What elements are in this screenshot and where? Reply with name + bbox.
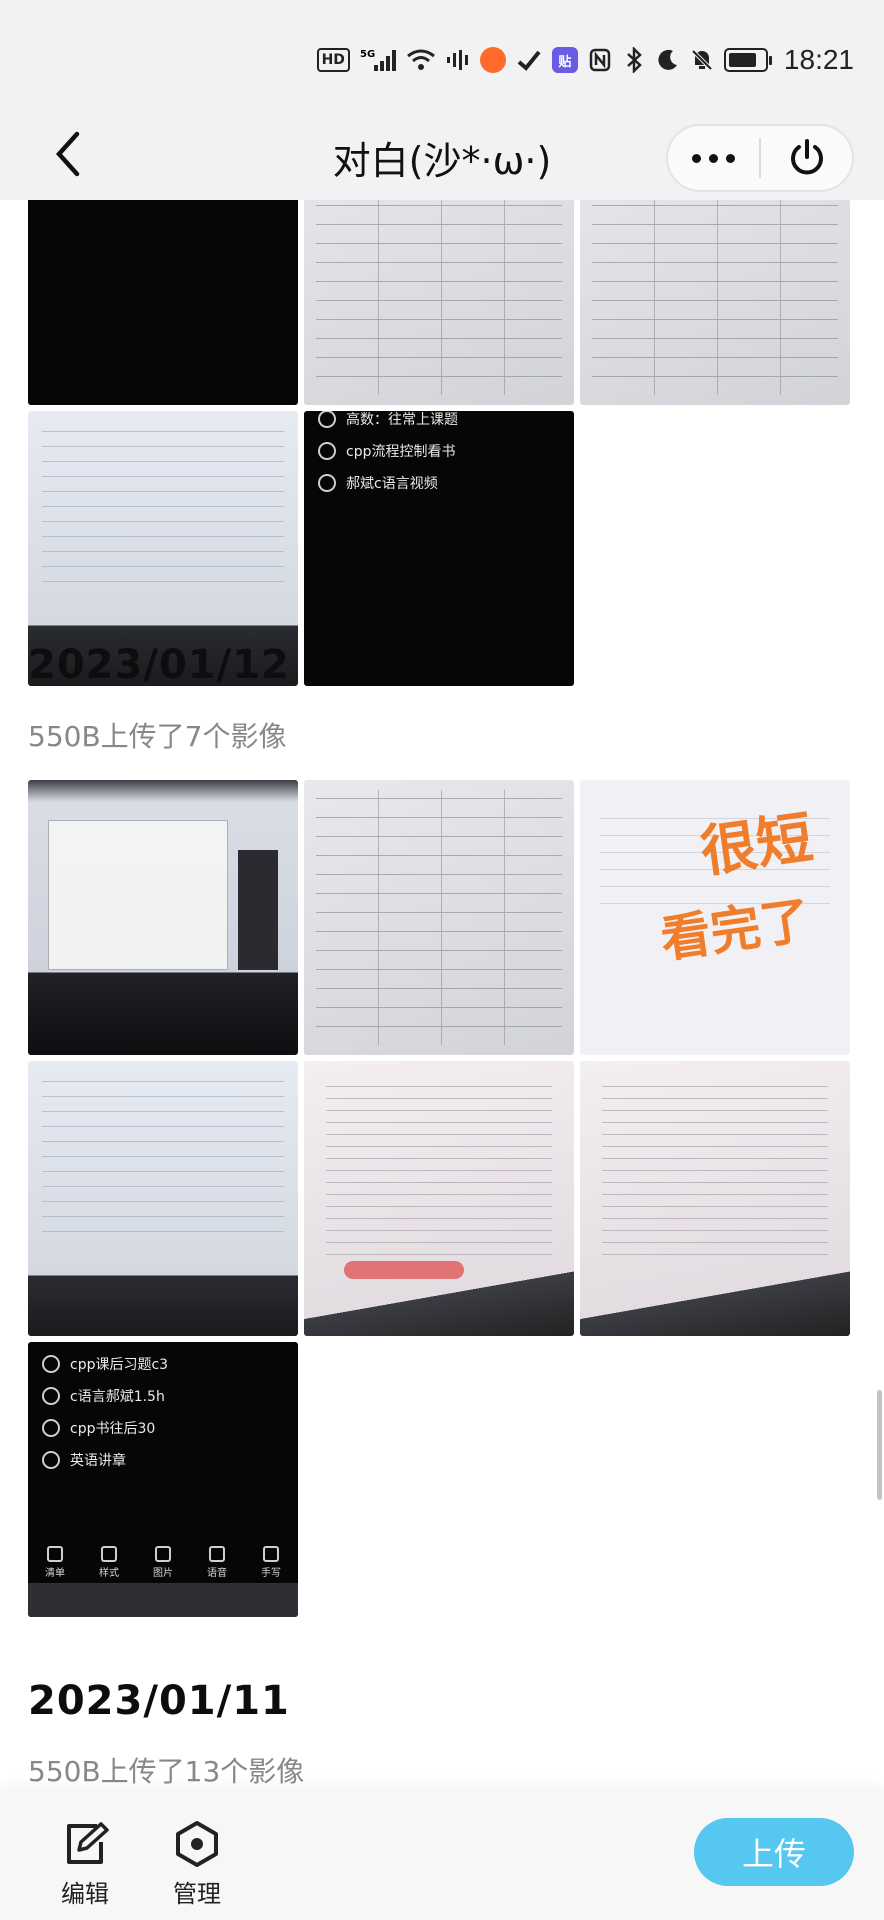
photo-thumbnail[interactable] [304,780,574,1055]
section-summary: 550B上传了7个影像 [28,720,287,753]
photo-thumbnail[interactable]: 很短 看完了 [580,780,850,1055]
battery-icon [723,48,772,72]
nav-bar: 对白(沙*·ω·) [0,110,884,200]
nfc-icon [588,46,612,74]
edit-icon [67,1822,109,1864]
clock: 18:21 [783,44,854,75]
hd-network-icon: HD [316,48,350,72]
sync-icon [516,46,542,74]
todo-item: cpp流程控制看书 [318,441,458,461]
app-notification-icon [479,47,506,73]
signal-icon: 5G [360,46,396,74]
power-icon [790,139,823,175]
photo-thumbnail[interactable] [304,200,574,405]
wifi-icon [406,46,436,74]
photo-grid-2023-01-12: 很短 看完了 cpp课后习题c3 c语言郝斌1.5h cpp书往后30 英语讲章… [28,780,850,1617]
mini-program-capsule [666,124,854,192]
note-bottom-bar-image [28,1583,298,1617]
photo-thumbnail[interactable] [304,1061,574,1336]
photo-thumbnail[interactable] [28,200,298,405]
section-date: 2023/01/11 [28,1678,290,1724]
status-bar: HD 5G 贴 18:21 [0,0,884,110]
mute-bell-icon [690,46,714,74]
album-feed[interactable]: 高数：往常上课题 cpp流程控制看书 郝斌c语言视频 2023/01/12 55… [0,200,884,1790]
section-summary: 550B上传了13个影像 [28,1755,305,1788]
handwriting-text: 很短 [696,804,817,886]
note-toolbar-image: 清单 样式 图片 语音 手写 [28,1546,298,1579]
settings-hexagon-icon [176,1821,218,1867]
sticker-app-icon: 贴 [551,47,578,73]
close-program-button[interactable] [761,138,852,178]
todo-item: 郝斌c语言视频 [318,473,458,493]
photo-thumbnail[interactable] [580,1061,850,1336]
edit-button[interactable]: 编辑 [40,1820,130,1909]
status-icons: HD 5G 贴 18:21 [316,40,854,80]
edit-label: 编辑 [61,1880,109,1908]
todo-item: cpp书往后30 [42,1418,168,1438]
photo-thumbnail[interactable]: cpp课后习题c3 c语言郝斌1.5h cpp书往后30 英语讲章 清单 样式 … [28,1342,298,1617]
todo-item: c语言郝斌1.5h [42,1386,168,1406]
manage-label: 管理 [173,1880,221,1908]
bluetooth-icon [622,46,646,74]
bottom-toolbar: 编辑 管理 上传 [0,1790,884,1920]
photo-thumbnail[interactable] [28,780,298,1055]
photo-thumbnail[interactable] [28,1061,298,1336]
scrollbar[interactable] [877,1390,882,1500]
handwriting-text: 看完了 [657,889,814,970]
todo-list-image: cpp课后习题c3 c语言郝斌1.5h cpp书往后30 英语讲章 [42,1354,168,1470]
photo-thumbnail[interactable]: 高数：往常上课题 cpp流程控制看书 郝斌c语言视频 [304,411,574,686]
todo-list-image: 高数：往常上课题 cpp流程控制看书 郝斌c语言视频 [318,411,458,493]
todo-item: 高数：往常上课题 [318,411,458,429]
audio-wave-icon [446,46,470,74]
section-date: 2023/01/12 [28,642,290,688]
more-menu-button[interactable] [668,153,759,163]
moon-icon [656,46,680,74]
photo-thumbnail[interactable] [580,200,850,405]
upload-button[interactable]: 上传 [694,1818,854,1886]
manage-button[interactable]: 管理 [152,1820,242,1909]
todo-item: 英语讲章 [42,1450,168,1470]
svg-text:5G: 5G [360,49,375,60]
todo-item: cpp课后习题c3 [42,1354,168,1374]
photo-grid-previous: 高数：往常上课题 cpp流程控制看书 郝斌c语言视频 [28,200,850,686]
